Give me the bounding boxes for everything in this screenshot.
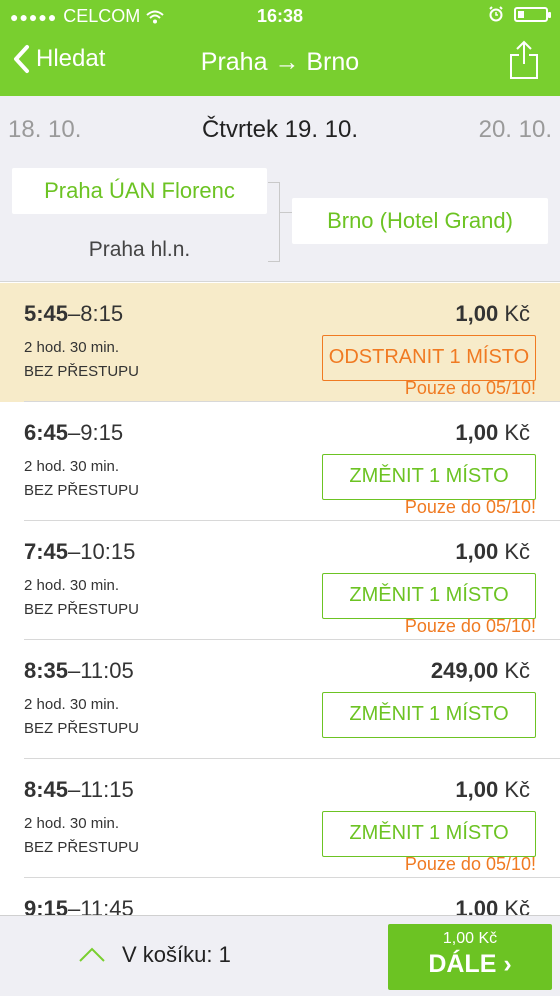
next-price: 1,00 Kč bbox=[442, 930, 498, 947]
connector-line bbox=[268, 261, 279, 262]
transfer-info: BEZ PŘESTUPU bbox=[24, 601, 140, 618]
next-date[interactable]: 20. 10. bbox=[479, 116, 552, 144]
price: 1,00 Kč bbox=[455, 896, 530, 915]
departure-time: 7:45 bbox=[24, 539, 69, 564]
bottom-bar: V košíku: 1 1,00 Kč DÁLE › bbox=[0, 915, 560, 996]
station-selector: Praha ÚAN Florenc Praha hl.n. Brno (Hote… bbox=[0, 162, 560, 282]
connector-line bbox=[268, 182, 279, 183]
price-value: 249,00 bbox=[430, 658, 499, 683]
departure-time: 9:15 bbox=[24, 896, 69, 915]
connection-row[interactable]: 5:45–8:15 2 hod. 30 min. BEZ PŘESTUPU 1,00 … bbox=[0, 283, 560, 402]
connection-list[interactable]: 5:45–8:15 2 hod. 30 min. BEZ PŘESTUPU 1,00 … bbox=[0, 283, 560, 915]
currency: Kč bbox=[504, 777, 530, 802]
current-date: Čtvrtek 19. 10. bbox=[201, 116, 359, 143]
arrival-time: –11:05 bbox=[68, 658, 134, 683]
status-time: 16:38 bbox=[256, 6, 304, 26]
connection-times: 5:45–8:15 bbox=[24, 301, 123, 327]
currency: Kč bbox=[504, 658, 530, 683]
promo-label: Pouze do 05/10! bbox=[404, 616, 536, 636]
price-value: 1,00 bbox=[455, 301, 499, 326]
connection-row[interactable]: 8:45–11:15 2 hod. 30 min. BEZ PŘESTUPU 1,00… bbox=[0, 759, 560, 878]
connection-times: 7:45–10:15 bbox=[24, 539, 135, 565]
from-station-button[interactable]: Praha ÚAN Florenc bbox=[12, 168, 267, 214]
arrival-time: –8:15 bbox=[68, 301, 124, 326]
connector-line bbox=[279, 212, 292, 213]
price: 1,00 Kč bbox=[455, 301, 530, 327]
promo-label: Pouze do 05/10! bbox=[404, 854, 536, 874]
arrival-time: –10:15 bbox=[68, 539, 136, 564]
duration: 2 hod. 30 min. bbox=[24, 696, 120, 713]
next-button[interactable]: 1,00 Kč DÁLE › bbox=[388, 924, 552, 990]
currency: Kč bbox=[504, 539, 530, 564]
transfer-info: BEZ PŘESTUPU bbox=[24, 720, 140, 737]
promo-label: Pouze do 05/10! bbox=[404, 497, 536, 517]
to-station-button[interactable]: Brno (Hotel Grand) bbox=[292, 198, 548, 244]
duration: 2 hod. 30 min. bbox=[24, 577, 120, 594]
departure-time: 5:45 bbox=[24, 301, 69, 326]
change-seat-button[interactable]: ZMĚNIT 1 MÍSTO bbox=[322, 573, 536, 619]
duration: 2 hod. 30 min. bbox=[24, 339, 120, 356]
share-icon[interactable] bbox=[508, 40, 540, 80]
price: 1,00 Kč bbox=[455, 420, 530, 446]
duration: 2 hod. 30 min. bbox=[24, 815, 120, 832]
arrival-time: –9:15 bbox=[68, 420, 124, 445]
departure-time: 8:35 bbox=[24, 658, 69, 683]
price-value: 1,00 bbox=[455, 777, 499, 802]
chevron-up-icon bbox=[79, 947, 105, 962]
price: 1,00 Kč bbox=[455, 539, 530, 565]
connection-times: 6:45–9:15 bbox=[24, 420, 123, 446]
connection-times: 9:15–11:45 bbox=[24, 896, 134, 915]
connection-times: 8:45–11:15 bbox=[24, 777, 134, 803]
transfer-info: BEZ PŘESTUPU bbox=[24, 482, 140, 499]
connector-line bbox=[279, 182, 280, 262]
price-value: 1,00 bbox=[455, 420, 499, 445]
connection-times: 8:35–11:05 bbox=[24, 658, 134, 684]
duration: 2 hod. 30 min. bbox=[24, 458, 120, 475]
arrival-time: –11:45 bbox=[68, 896, 134, 915]
status-right bbox=[488, 6, 551, 22]
page-title: Praha → Brno bbox=[200, 48, 360, 76]
departure-time: 8:45 bbox=[24, 777, 69, 802]
change-seat-button[interactable]: ZMĚNIT 1 MÍSTO bbox=[322, 454, 536, 500]
status-bar: ●●●●● CELCOM 16:38 bbox=[0, 0, 560, 32]
change-seat-button[interactable]: ZMĚNIT 1 MÍSTO bbox=[322, 692, 536, 738]
connection-row[interactable]: 8:35–11:05 2 hod. 30 min. BEZ PŘESTUPU 249,… bbox=[0, 640, 560, 759]
date-bar: 18. 10. Čtvrtek 19. 10. 20. 10. bbox=[0, 96, 560, 162]
arrival-time: –11:15 bbox=[68, 777, 134, 802]
battery-icon bbox=[514, 6, 551, 22]
change-seat-button[interactable]: ZMĚNIT 1 MÍSTO bbox=[322, 811, 536, 857]
transfer-info: BEZ PŘESTUPU bbox=[24, 839, 140, 856]
price-value: 1,00 bbox=[455, 539, 499, 564]
connection-row[interactable]: 6:45–9:15 2 hod. 30 min. BEZ PŘESTUPU 1,00 … bbox=[0, 402, 560, 521]
transfer-info: BEZ PŘESTUPU bbox=[24, 363, 140, 380]
cart-label: V košíku: 1 bbox=[122, 942, 231, 967]
header: ●●●●● CELCOM 16:38 Hledat Praha → Brno bbox=[0, 0, 560, 96]
connection-row[interactable]: 9:15–11:452 hod. 30 min.BEZ PŘESTUPU1,00… bbox=[0, 878, 560, 915]
next-label: DÁLE › bbox=[428, 950, 512, 978]
currency: Kč bbox=[504, 301, 530, 326]
connection-row[interactable]: 7:45–10:15 2 hod. 30 min. BEZ PŘESTUPU 1,00… bbox=[0, 521, 560, 640]
remove-seat-button[interactable]: ODSTRANIT 1 MÍSTO bbox=[322, 335, 536, 381]
price: 1,00 Kč bbox=[455, 777, 530, 803]
alarm-icon bbox=[489, 6, 503, 22]
currency: Kč bbox=[504, 896, 530, 915]
alt-from-station[interactable]: Praha hl.n. bbox=[12, 238, 267, 262]
price-value: 1,00 bbox=[455, 896, 499, 915]
departure-time: 6:45 bbox=[24, 420, 69, 445]
promo-label: Pouze do 05/10! bbox=[404, 378, 536, 398]
currency: Kč bbox=[504, 420, 530, 445]
nav-bar: Hledat Praha → Brno bbox=[0, 34, 560, 94]
cart-toggle[interactable]: V košíku: 1 bbox=[78, 942, 231, 968]
price: 249,00 Kč bbox=[431, 658, 530, 684]
